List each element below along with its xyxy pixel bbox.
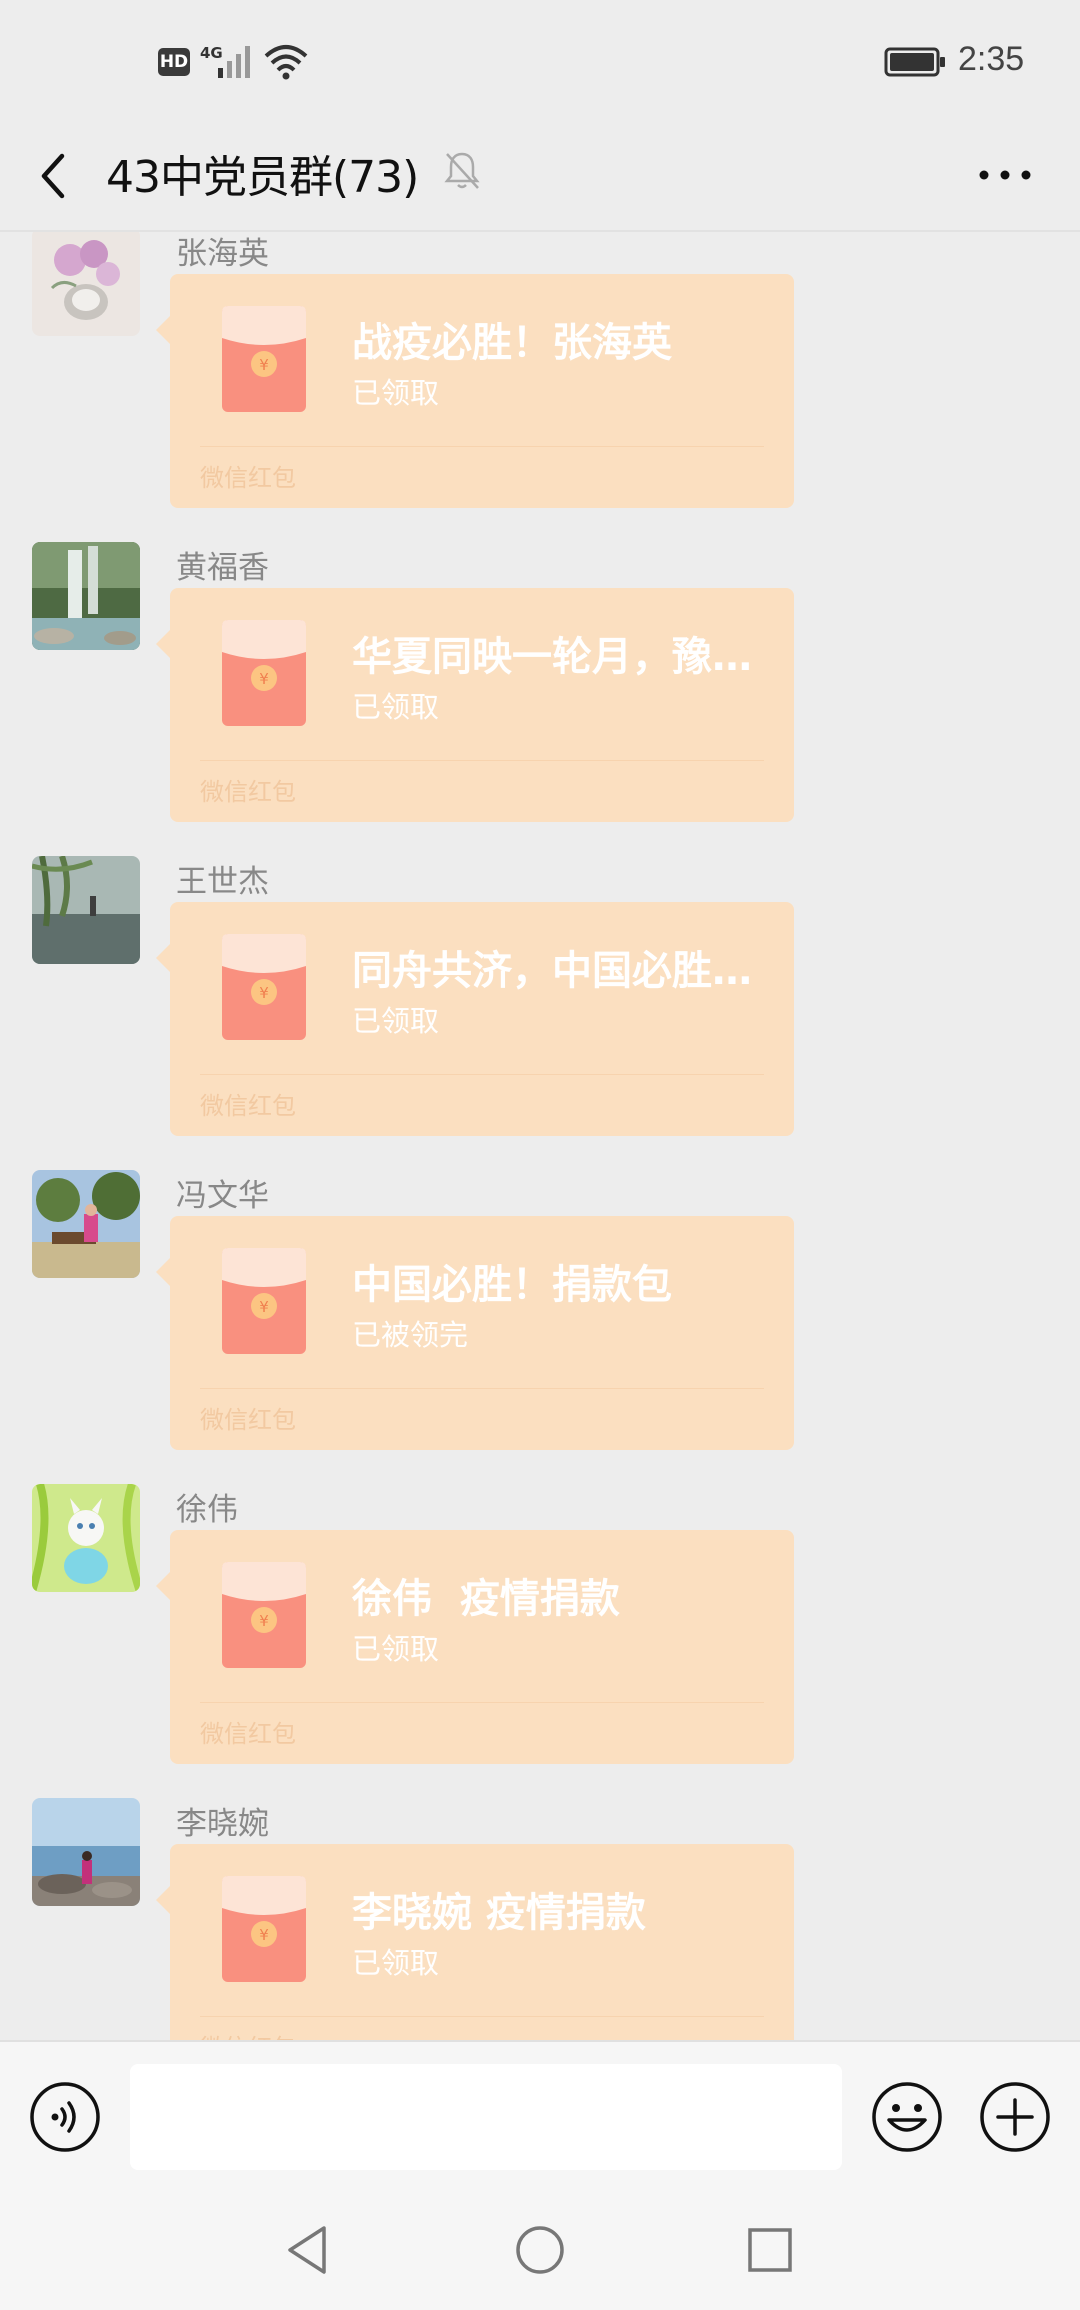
avatar[interactable] (32, 856, 140, 964)
packet-status: 已被领完 (352, 1318, 469, 1352)
wifi-icon (264, 45, 308, 80)
avatar[interactable] (32, 1484, 140, 1592)
packet-status: 已领取 (352, 1946, 440, 1980)
packet-wish: 中国必胜！捐款包 (352, 1262, 672, 1308)
message-list[interactable]: 张海英 ¥ 战疫必胜！张海英 已领取 微信红包 黄福香 ¥ 华夏同映一轮月，豫…… (0, 232, 1080, 2040)
red-packet-card[interactable]: ¥ 李晓婉 疫情捐款 已领取 微信红包 (156, 1844, 794, 2040)
packet-status: 已领取 (352, 690, 440, 724)
emoji-icon[interactable] (870, 2080, 944, 2154)
red-envelope-icon: ¥ (222, 934, 306, 1040)
svg-text:¥: ¥ (259, 670, 269, 688)
packet-divider (200, 1388, 764, 1389)
mute-bell-icon (444, 152, 480, 189)
signal-icon (218, 46, 250, 78)
more-icon[interactable] (970, 150, 1040, 200)
chat-title: 43中党员群(73) (106, 152, 419, 203)
wechat-group-chat: HD 4G 2:35 43中党员群(73) 张海英 ¥ 战疫必胜！张海英 已领取… (0, 0, 1080, 2310)
packet-divider (200, 2016, 764, 2017)
sender-name: 王世杰 (176, 864, 269, 900)
packet-wish: 徐伟 疫情捐款 (352, 1576, 620, 1622)
packet-divider (200, 446, 764, 447)
packet-wish: 华夏同映一轮月，豫… (352, 634, 752, 680)
red-packet-card[interactable]: ¥ 徐伟 疫情捐款 已领取 微信红包 (156, 1530, 794, 1764)
message-row: 冯文华 ¥ 中国必胜！捐款包 已被领完 微信红包 (0, 1162, 1080, 1476)
svg-text:¥: ¥ (259, 1926, 269, 1944)
avatar[interactable] (32, 1170, 140, 1278)
sender-name: 冯文华 (176, 1178, 269, 1214)
system-navigation-bar (0, 2192, 1080, 2310)
red-envelope-icon: ¥ (222, 620, 306, 726)
plus-icon[interactable] (978, 2080, 1052, 2154)
packet-label: 微信红包 (200, 778, 296, 806)
packet-divider (200, 1074, 764, 1075)
svg-text:¥: ¥ (259, 1612, 269, 1630)
sender-name: 张海英 (176, 236, 269, 272)
packet-label: 微信红包 (200, 1092, 296, 1120)
nav-recent-icon[interactable] (742, 2220, 798, 2280)
avatar[interactable] (32, 232, 140, 336)
sender-name: 李晓婉 (176, 1806, 269, 1842)
input-bar (0, 2040, 1080, 2192)
clock: 2:35 (958, 40, 1025, 78)
red-packet-card[interactable]: ¥ 同舟共济，中国必胜… 已领取 微信红包 (156, 902, 794, 1136)
nav-back-icon[interactable] (280, 2220, 336, 2280)
packet-wish: 战疫必胜！张海英 (352, 320, 672, 366)
packet-divider (200, 1702, 764, 1703)
packet-wish: 同舟共济，中国必胜… (352, 948, 752, 994)
avatar[interactable] (32, 542, 140, 650)
message-row: 徐伟 ¥ 徐伟 疫情捐款 已领取 微信红包 (0, 1476, 1080, 1790)
sender-name: 徐伟 (176, 1492, 238, 1528)
red-packet-card[interactable]: ¥ 战疫必胜！张海英 已领取 微信红包 (156, 274, 794, 508)
sender-name: 黄福香 (176, 550, 269, 586)
packet-status: 已领取 (352, 1004, 440, 1038)
red-packet-card[interactable]: ¥ 中国必胜！捐款包 已被领完 微信红包 (156, 1216, 794, 1450)
packet-status: 已领取 (352, 1632, 440, 1666)
red-envelope-icon: ¥ (222, 1876, 306, 1982)
svg-text:¥: ¥ (259, 984, 269, 1002)
back-icon[interactable] (26, 140, 82, 210)
hd-badge: HD (158, 48, 190, 76)
red-envelope-icon: ¥ (222, 1562, 306, 1668)
svg-text:¥: ¥ (259, 1298, 269, 1316)
avatar[interactable] (32, 1798, 140, 1906)
packet-label: 微信红包 (200, 1720, 296, 1748)
packet-divider (200, 760, 764, 761)
battery-icon (884, 47, 945, 77)
packet-label: 微信红包 (200, 2028, 296, 2040)
message-row: 李晓婉 ¥ 李晓婉 疫情捐款 已领取 微信红包 (0, 1790, 1080, 2040)
message-input[interactable] (130, 2064, 842, 2170)
red-packet-card[interactable]: ¥ 华夏同映一轮月，豫… 已领取 微信红包 (156, 588, 794, 822)
chat-header: 43中党员群(73) (0, 120, 1080, 232)
packet-label: 微信红包 (200, 464, 296, 492)
packet-wish: 李晓婉 疫情捐款 (352, 1890, 646, 1936)
message-row: 张海英 ¥ 战疫必胜！张海英 已领取 微信红包 (0, 232, 1080, 534)
message-row: 王世杰 ¥ 同舟共济，中国必胜… 已领取 微信红包 (0, 848, 1080, 1162)
message-row: 黄福香 ¥ 华夏同映一轮月，豫… 已领取 微信红包 (0, 534, 1080, 848)
red-envelope-icon: ¥ (222, 306, 306, 412)
nav-home-icon[interactable] (510, 2220, 570, 2280)
svg-text:¥: ¥ (259, 356, 269, 374)
packet-label: 微信红包 (200, 1406, 296, 1434)
voice-icon[interactable] (28, 2080, 102, 2154)
red-envelope-icon: ¥ (222, 1248, 306, 1354)
status-bar: HD 4G 2:35 (0, 0, 1080, 120)
packet-status: 已领取 (352, 376, 440, 410)
